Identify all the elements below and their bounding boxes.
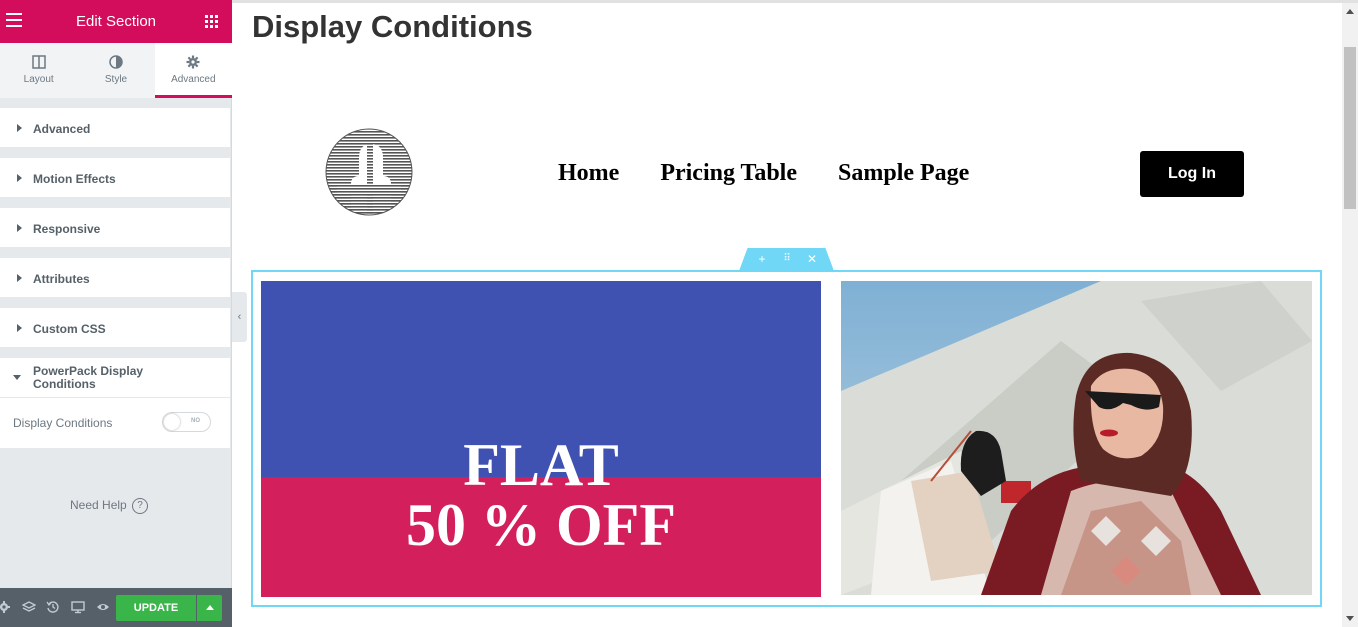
- login-button[interactable]: Log In: [1140, 151, 1244, 197]
- caret-right-icon: [17, 274, 22, 282]
- display-conditions-toggle[interactable]: NO: [162, 412, 211, 432]
- responsive-icon[interactable]: [71, 600, 85, 614]
- panel-footer: UPDATE: [0, 588, 232, 627]
- promo-text: FLAT 50 % OFF: [261, 435, 821, 555]
- scroll-down-icon[interactable]: [1346, 616, 1354, 621]
- app-window: Edit Section Layout Style Advanced Advan…: [0, 0, 1358, 627]
- site-logo[interactable]: [325, 128, 413, 216]
- panel-collapse-handle[interactable]: ‹: [232, 292, 247, 342]
- tab-layout[interactable]: Layout: [0, 43, 78, 98]
- section-attributes[interactable]: Attributes: [0, 258, 230, 298]
- section-advanced-label: Advanced: [33, 122, 91, 136]
- powerpack-section-label: PowerPack Display Conditions: [33, 364, 144, 391]
- caret-down-icon: [13, 375, 21, 380]
- section-advanced[interactable]: Advanced: [0, 108, 230, 148]
- section-powerpack-display-conditions[interactable]: PowerPack Display Conditions: [0, 358, 230, 398]
- page-scrollbar[interactable]: [1342, 3, 1358, 627]
- drag-handle-icon[interactable]: ⠿: [780, 253, 794, 264]
- editor-panel: Edit Section Layout Style Advanced Advan…: [0, 0, 233, 627]
- question-circle-icon[interactable]: ?: [132, 498, 148, 514]
- nav-home[interactable]: Home: [558, 160, 619, 187]
- gear-icon: [186, 55, 200, 69]
- shopping-woman-photo: [841, 281, 1312, 595]
- tab-advanced[interactable]: Advanced: [154, 43, 233, 98]
- section-custom-css-label: Custom CSS: [33, 322, 106, 336]
- panel-title: Edit Section: [75, 13, 157, 30]
- section-responsive-label: Responsive: [33, 222, 101, 236]
- toggle-state-text: NO: [191, 418, 200, 424]
- section-responsive[interactable]: Responsive: [0, 208, 230, 248]
- promo-line-2: 50 % OFF: [406, 492, 676, 558]
- promo-line-1: FLAT: [463, 432, 619, 498]
- scroll-up-icon[interactable]: [1346, 9, 1354, 14]
- add-section-icon[interactable]: +: [755, 252, 769, 266]
- caret-right-icon: [17, 224, 22, 232]
- preview-eye-icon[interactable]: [96, 600, 110, 614]
- scrollbar-thumb[interactable]: [1344, 47, 1356, 209]
- display-conditions-control: Display Conditions NO: [0, 398, 230, 448]
- preview-top-border: [232, 0, 1358, 3]
- nav-sample-page[interactable]: Sample Page: [838, 160, 969, 187]
- nav-pricing-table[interactable]: Pricing Table: [660, 160, 797, 187]
- tab-layout-label: Layout: [23, 74, 54, 85]
- need-help-link[interactable]: Need Help: [70, 498, 127, 512]
- site-navigation: Home Pricing Table Sample Page: [558, 160, 1010, 187]
- delete-section-icon[interactable]: ✕: [805, 252, 819, 266]
- history-icon[interactable]: [46, 600, 60, 614]
- contrast-icon: [109, 55, 123, 69]
- display-conditions-label: Display Conditions: [13, 416, 113, 430]
- section-motion-effects[interactable]: Motion Effects: [0, 158, 230, 198]
- section-motion-effects-label: Motion Effects: [33, 172, 116, 186]
- settings-icon[interactable]: [0, 600, 11, 614]
- tab-style-label: Style: [104, 74, 128, 85]
- section-handle: + ⠿ ✕: [739, 248, 834, 271]
- tab-advanced-label: Advanced: [171, 74, 216, 85]
- section-attributes-label: Attributes: [33, 272, 90, 286]
- layers-icon[interactable]: [22, 600, 36, 614]
- caret-right-icon: [17, 124, 22, 132]
- page-title: Display Conditions: [252, 9, 533, 44]
- widgets-grid-icon[interactable]: [205, 15, 218, 28]
- layout-icon: [31, 55, 46, 69]
- tab-style[interactable]: Style: [77, 43, 155, 98]
- update-button[interactable]: UPDATE: [116, 595, 196, 621]
- caret-right-icon: [17, 174, 22, 182]
- caret-right-icon: [17, 324, 22, 332]
- update-options-caret-icon[interactable]: [197, 595, 222, 621]
- section-custom-css[interactable]: Custom CSS: [0, 308, 230, 348]
- toggle-knob: [164, 414, 180, 430]
- panel-header: Edit Section: [0, 0, 232, 43]
- promo-banner: FLAT 50 % OFF: [261, 281, 821, 597]
- panel-tabs: Layout Style Advanced: [0, 43, 233, 98]
